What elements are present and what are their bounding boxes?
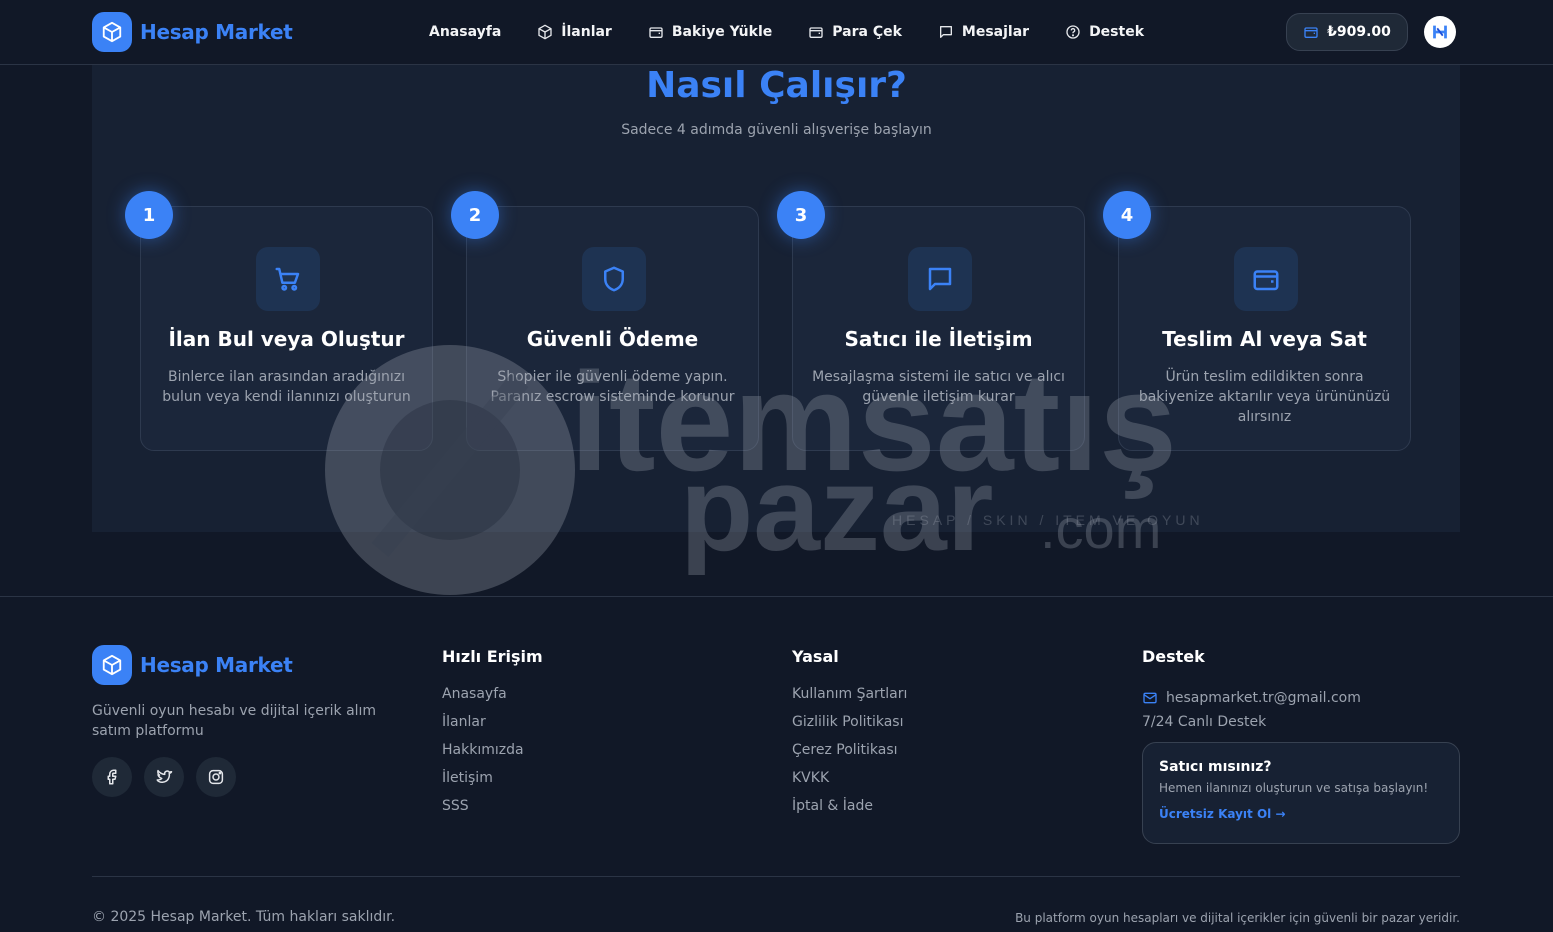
footer-divider: [92, 876, 1460, 877]
footer-link-privacy[interactable]: Gizlilik Politikası: [792, 712, 907, 740]
step-description: Ürün teslim edildikten sonra bakiyenize …: [1138, 369, 1391, 425]
footer-column-title: Hızlı Erişim: [442, 647, 543, 666]
seller-cta-title: Satıcı mısınız?: [1159, 759, 1272, 775]
footer-quick-links: Hızlı Erişim Anasayfa İlanlar Hakkımızda…: [442, 647, 543, 824]
step-number: 1: [125, 191, 173, 239]
footer-link-cookies[interactable]: Çerez Politikası: [792, 740, 907, 768]
footer-link-hakkimizda[interactable]: Hakkımızda: [442, 740, 543, 768]
step-title: Teslim Al veya Sat: [1162, 327, 1367, 351]
shield-icon: [582, 247, 646, 311]
twitter-icon: [156, 769, 173, 784]
footer-link-sss[interactable]: SSS: [442, 796, 543, 824]
step-card-4: Teslim Al veya Sat Ürün teslim edildikte…: [1118, 206, 1411, 451]
wallet-icon: [1304, 27, 1318, 38]
footer-description: Güvenli oyun hesabı ve dijital içerik al…: [92, 703, 377, 739]
step-card-3: Satıcı ile İletişim Mesajlaşma sistemi i…: [792, 206, 1085, 451]
avatar[interactable]: [1424, 16, 1456, 48]
step-card-2: Güvenli Ödeme Shopier ile güvenli ödeme …: [466, 206, 759, 451]
copyright: © 2025 Hesap Market. Tüm hakları saklıdı…: [92, 909, 396, 925]
footer-brand[interactable]: Hesap Market: [92, 645, 293, 685]
footer-link-ilanlar[interactable]: İlanlar: [442, 712, 543, 740]
nav-mesajlar[interactable]: Mesajlar: [938, 24, 1029, 40]
footer-column-title: Destek: [1142, 647, 1205, 666]
step-number: 2: [451, 191, 499, 239]
nav-label: Anasayfa: [429, 24, 502, 40]
step-number: 4: [1103, 191, 1151, 239]
nav-ilanlar[interactable]: İlanlar: [537, 24, 612, 40]
cube-icon: [538, 24, 552, 40]
footer-link-terms[interactable]: Kullanım Şartları: [792, 684, 907, 712]
wallet-icon: [809, 27, 823, 38]
message-icon: [908, 247, 972, 311]
nav-label: Bakiye Yükle: [671, 24, 773, 40]
step-description: Mesajlaşma sistemi ile satıcı ve alıcı g…: [812, 369, 1065, 405]
message-icon: [939, 26, 952, 38]
help-circle-icon: [1066, 25, 1080, 39]
footer-link-iletisim[interactable]: İletişim: [442, 768, 543, 796]
wallet-icon: [1234, 247, 1298, 311]
step-title: Satıcı ile İletişim: [844, 327, 1033, 351]
step-title: Güvenli Ödeme: [526, 327, 699, 351]
seller-cta-text: Hemen ilanınızı oluşturun ve satışa başl…: [1159, 781, 1429, 795]
footer-note: Bu platform oyun hesapları ve dijital iç…: [1015, 911, 1460, 925]
footer-column-title: Yasal: [792, 647, 839, 666]
facebook-icon: [107, 769, 117, 785]
section-title: Nasıl Çalışır?: [646, 65, 907, 106]
step-card-1: İlan Bul veya Oluştur Binlerce ilan aras…: [140, 206, 433, 451]
nav-bakiye-yukle[interactable]: Bakiye Yükle: [648, 24, 772, 40]
nav-anasayfa[interactable]: Anasayfa: [429, 24, 501, 40]
footer: Hesap Market Güvenli oyun hesabı ve diji…: [0, 596, 1553, 932]
support-email: hesapmarket.tr@gmail.com: [1166, 690, 1361, 706]
footer-brand-name: Hesap Market: [140, 653, 293, 677]
brand-logo-link[interactable]: Hesap Market: [92, 12, 293, 52]
cube-icon: [92, 645, 132, 685]
footer-support: Destek hesapmarket.tr@gmail.com 7/24 Can…: [1142, 647, 1361, 740]
mail-icon: [1143, 692, 1157, 704]
support-email-link[interactable]: hesapmarket.tr@gmail.com: [1142, 684, 1361, 712]
step-description: Shopier ile güvenli ödeme yapın. Paranız…: [490, 369, 735, 405]
step-description: Binlerce ilan arasından aradığınızı bulu…: [162, 369, 411, 405]
cube-icon: [92, 12, 132, 52]
facebook-button[interactable]: [92, 757, 132, 797]
balance-button[interactable]: ₺909.00: [1286, 13, 1408, 51]
free-register-link[interactable]: Ücretsiz Kayıt Ol →: [1159, 807, 1443, 821]
brand-name: Hesap Market: [140, 20, 293, 44]
nav-label: Destek: [1089, 24, 1145, 40]
nav-label: Mesajlar: [961, 24, 1030, 40]
twitter-button[interactable]: [144, 757, 184, 797]
balance-amount: ₺909.00: [1327, 24, 1391, 40]
footer-link-refund[interactable]: İptal & İade: [792, 796, 907, 824]
step-number: 3: [777, 191, 825, 239]
section-subtitle: Sadece 4 adımda güvenli alışverişe başla…: [621, 122, 932, 138]
footer-link-anasayfa[interactable]: Anasayfa: [442, 684, 543, 712]
user-avatar-icon: [1433, 25, 1447, 39]
nav-label: İlanlar: [561, 24, 612, 40]
step-title: İlan Bul veya Oluştur: [168, 327, 405, 351]
instagram-icon: [208, 769, 224, 785]
nav-label: Para Çek: [832, 24, 902, 40]
live-support-text: 7/24 Canlı Destek: [1142, 714, 1267, 730]
footer-legal-links: Yasal Kullanım Şartları Gizlilik Politik…: [792, 647, 907, 824]
footer-link-kvkk[interactable]: KVKK: [792, 768, 907, 796]
cart-icon: [256, 247, 320, 311]
main-nav: Anasayfa İlanlar Bakiye Yükle Para Çek M…: [429, 0, 1180, 64]
nav-destek[interactable]: Destek: [1065, 24, 1144, 40]
wallet-icon: [649, 27, 663, 38]
nav-para-cek[interactable]: Para Çek: [808, 24, 902, 40]
social-links: [92, 757, 236, 797]
top-navbar: Hesap Market Anasayfa İlanlar Bakiye Yük…: [0, 0, 1553, 65]
instagram-button[interactable]: [196, 757, 236, 797]
seller-cta-box: Satıcı mısınız? Hemen ilanınızı oluşturu…: [1142, 742, 1460, 844]
